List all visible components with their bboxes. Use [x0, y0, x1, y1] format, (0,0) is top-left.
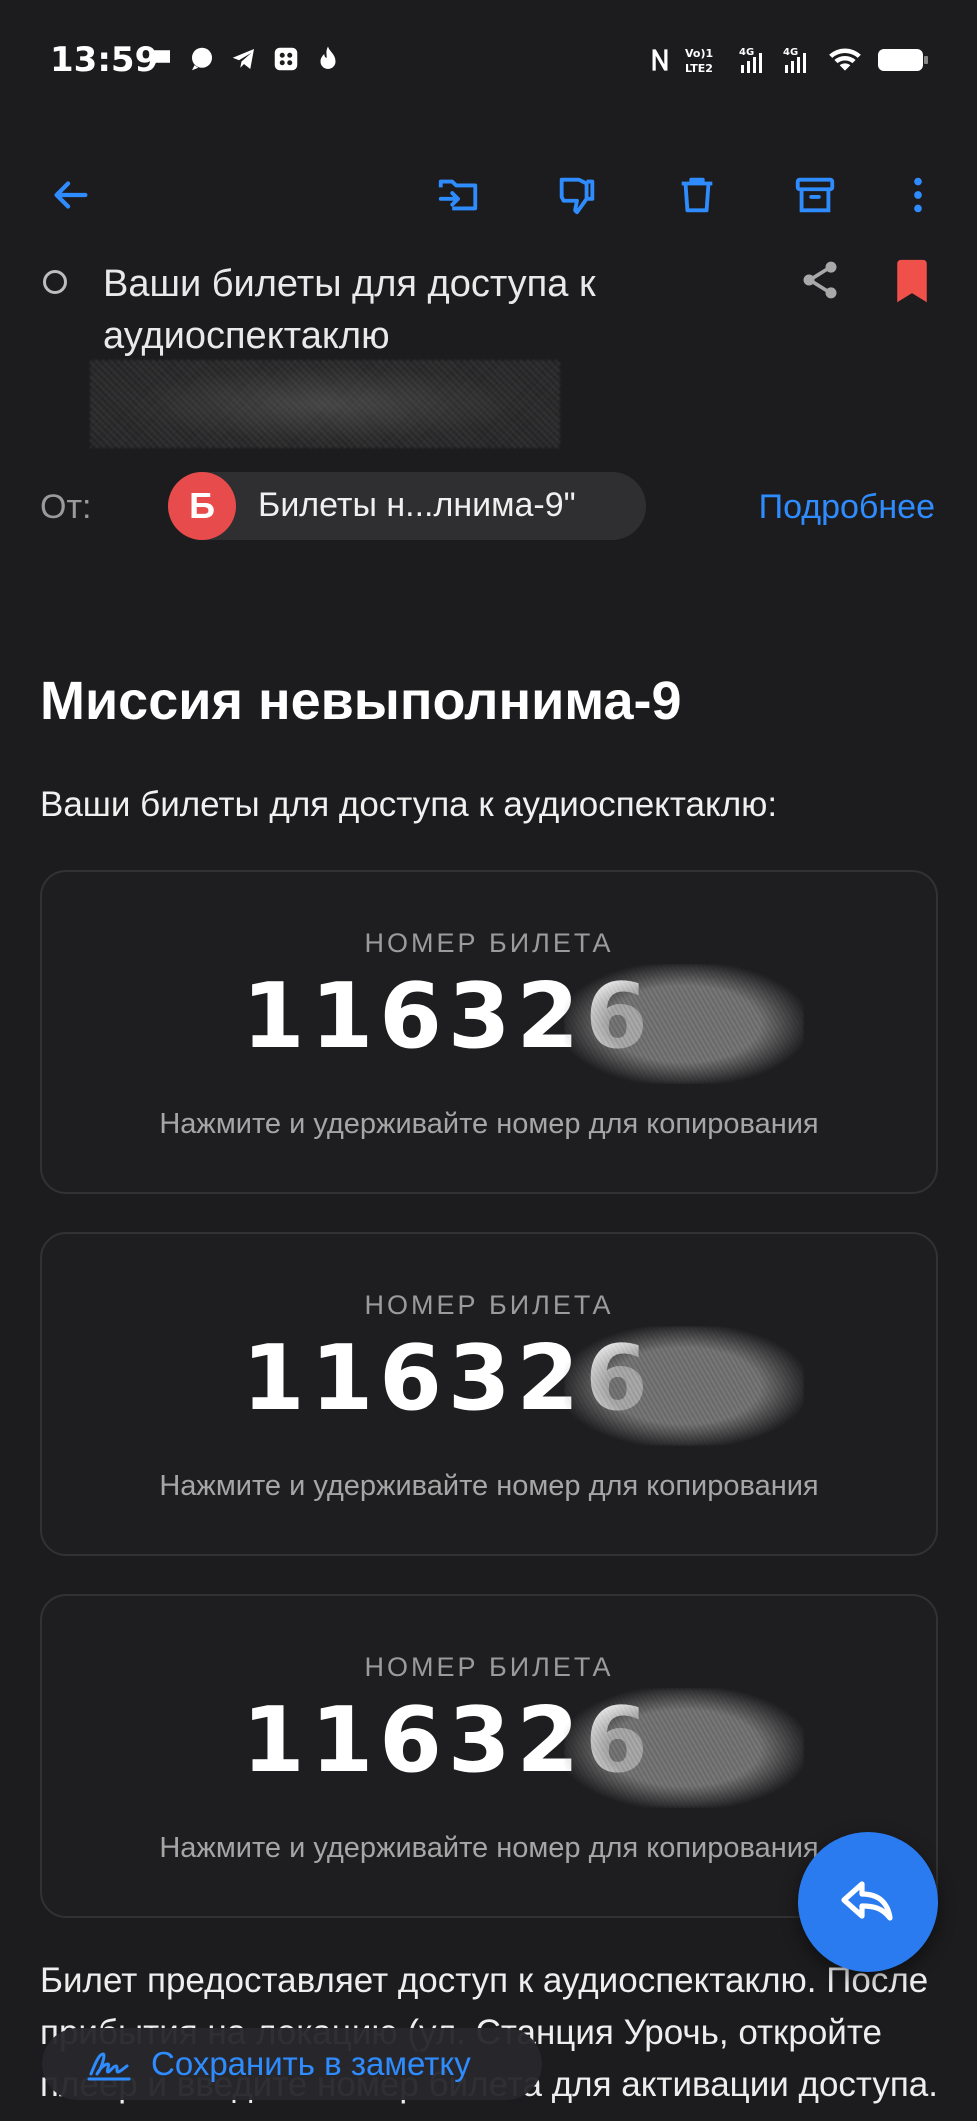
ticket-card: НОМЕР БИЛЕТА 116326 Нажмите и удерживайт…	[40, 870, 938, 1194]
trash-icon	[681, 177, 713, 213]
sender-name: Билеты н...лнима-9"	[258, 486, 576, 524]
ticket-label: НОМЕР БИЛЕТА	[364, 928, 614, 958]
dislike-button[interactable]	[542, 160, 612, 230]
battery-icon	[878, 49, 928, 71]
ticket-card: НОМЕР БИЛЕТА 116326 Нажмите и удерживайт…	[40, 1594, 938, 1918]
save-note-button[interactable]: Сохранить в заметку	[42, 2028, 542, 2100]
ticket-label: НОМЕР БИЛЕТА	[364, 1290, 614, 1320]
archive-button[interactable]	[780, 160, 850, 230]
flame-icon	[320, 46, 336, 69]
share-icon	[803, 261, 837, 299]
message-subject: Ваши билеты для доступа к аудиоспектаклю	[103, 263, 596, 357]
signal-1-icon: 4G	[739, 47, 762, 73]
back-button[interactable]	[35, 160, 105, 230]
unread-toggle[interactable]	[43, 270, 67, 294]
move-to-folder-icon	[438, 179, 478, 211]
thumbs-down-icon	[559, 177, 595, 215]
redacted-area	[564, 964, 804, 1084]
ticket-hint: Нажмите и удерживайте номер для копирова…	[159, 1470, 819, 1502]
signal-2-icon: 4G	[783, 47, 806, 73]
telegram-icon	[232, 49, 254, 69]
ticket-hint: Нажмите и удерживайте номер для копирова…	[159, 1108, 819, 1140]
app-grid-icon	[274, 47, 298, 71]
reply-button[interactable]	[798, 1832, 938, 1972]
email-intro: Ваши билеты для доступа к аудиоспектаклю…	[40, 785, 778, 824]
svg-text:Vo)1: Vo)1	[685, 47, 713, 60]
note-script-icon	[87, 2052, 131, 2081]
bookmark-button[interactable]	[890, 255, 934, 309]
svg-text:4G: 4G	[739, 47, 754, 58]
bookmark-icon	[897, 259, 927, 303]
status-time: 13:59	[50, 40, 159, 80]
ticket-hint: Нажмите и удерживайте номер для копирова…	[159, 1832, 819, 1864]
share-button[interactable]	[795, 255, 845, 305]
email-title: Миссия невыполнима-9	[40, 671, 682, 731]
redacted-area	[90, 360, 560, 448]
more-button[interactable]	[883, 160, 953, 230]
save-note-label: Сохранить в заметку	[151, 2045, 471, 2082]
volte-icon: Vo)1 LTE2	[685, 47, 713, 75]
message-toolbar	[0, 160, 977, 230]
notification-icons	[145, 44, 343, 74]
move-button[interactable]	[423, 160, 493, 230]
chat-bubble-icon	[150, 50, 170, 68]
details-link[interactable]: Подробнее	[759, 488, 935, 527]
redacted-area	[564, 1326, 804, 1446]
sender-chip[interactable]: Б Билеты н...лнима-9"	[168, 472, 646, 540]
message-icon	[192, 47, 212, 71]
from-label: От:	[40, 488, 92, 526]
archive-icon	[795, 177, 835, 213]
more-vertical-icon	[914, 177, 922, 213]
wifi-icon	[829, 48, 861, 71]
svg-text:LTE2: LTE2	[685, 62, 713, 75]
ticket-card: НОМЕР БИЛЕТА 116326 Нажмите и удерживайт…	[40, 1232, 938, 1556]
back-arrow-icon	[54, 181, 88, 209]
ticket-label: НОМЕР БИЛЕТА	[364, 1652, 614, 1682]
status-bar: 13:59 Vo)1 LTE2 4G 4G	[0, 0, 977, 120]
svg-text:4G: 4G	[783, 47, 798, 58]
reply-icon	[841, 1881, 893, 1921]
redacted-area	[564, 1688, 804, 1808]
delete-button[interactable]	[662, 160, 732, 230]
nfc-icon	[652, 49, 668, 71]
system-status-icons: Vo)1 LTE2 4G 4G	[649, 44, 929, 76]
email-screen: 13:59 Vo)1 LTE2 4G 4G Ваши билеты для до…	[0, 0, 977, 2121]
avatar: Б	[168, 472, 236, 540]
